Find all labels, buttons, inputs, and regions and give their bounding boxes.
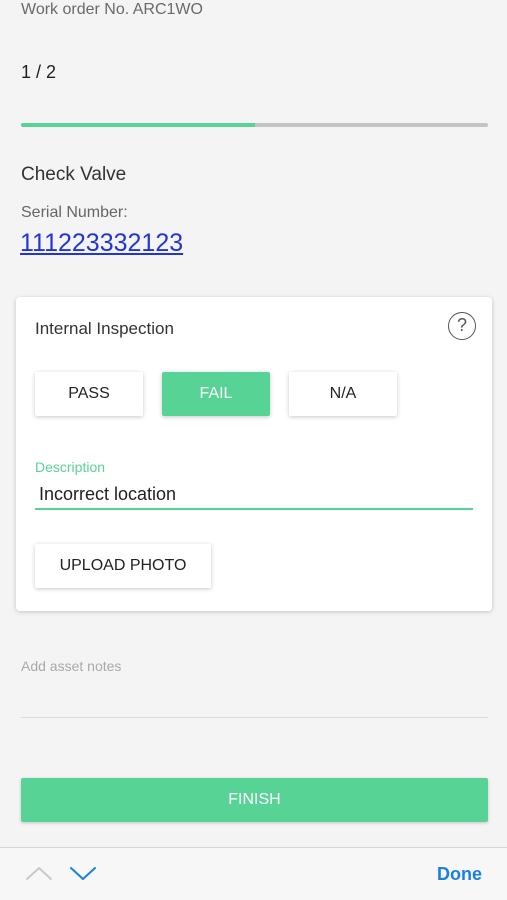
pass-button[interactable]: PASS xyxy=(35,372,143,416)
progress-bar-fill xyxy=(21,123,255,127)
inspection-title: Internal Inspection xyxy=(35,319,174,338)
finish-button[interactable]: FINISH xyxy=(21,778,488,822)
inspection-card: Internal Inspection ? PASS FAIL N/A Desc… xyxy=(16,297,492,611)
asset-notes-input[interactable] xyxy=(21,658,488,718)
description-input[interactable] xyxy=(35,480,473,510)
description-label: Description xyxy=(35,459,106,475)
keyboard-toolbar: Done xyxy=(0,847,507,900)
upload-photo-button[interactable]: UPLOAD PHOTO xyxy=(35,544,211,588)
asset-name: Check Valve xyxy=(21,164,127,185)
help-icon[interactable]: ? xyxy=(448,312,476,340)
chevron-down-icon[interactable] xyxy=(68,861,98,885)
serial-number-link[interactable]: 111223332123 xyxy=(20,229,183,258)
progress-count: 1 / 2 xyxy=(21,62,57,82)
serial-number-label: Serial Number: xyxy=(21,204,128,221)
fail-button[interactable]: FAIL xyxy=(162,372,270,416)
done-button[interactable]: Done xyxy=(437,864,482,885)
work-order-number: Work order No. ARC1WO xyxy=(21,1,203,18)
na-button[interactable]: N/A xyxy=(289,372,397,416)
chevron-up-icon[interactable] xyxy=(24,861,54,885)
progress-bar xyxy=(21,123,488,127)
